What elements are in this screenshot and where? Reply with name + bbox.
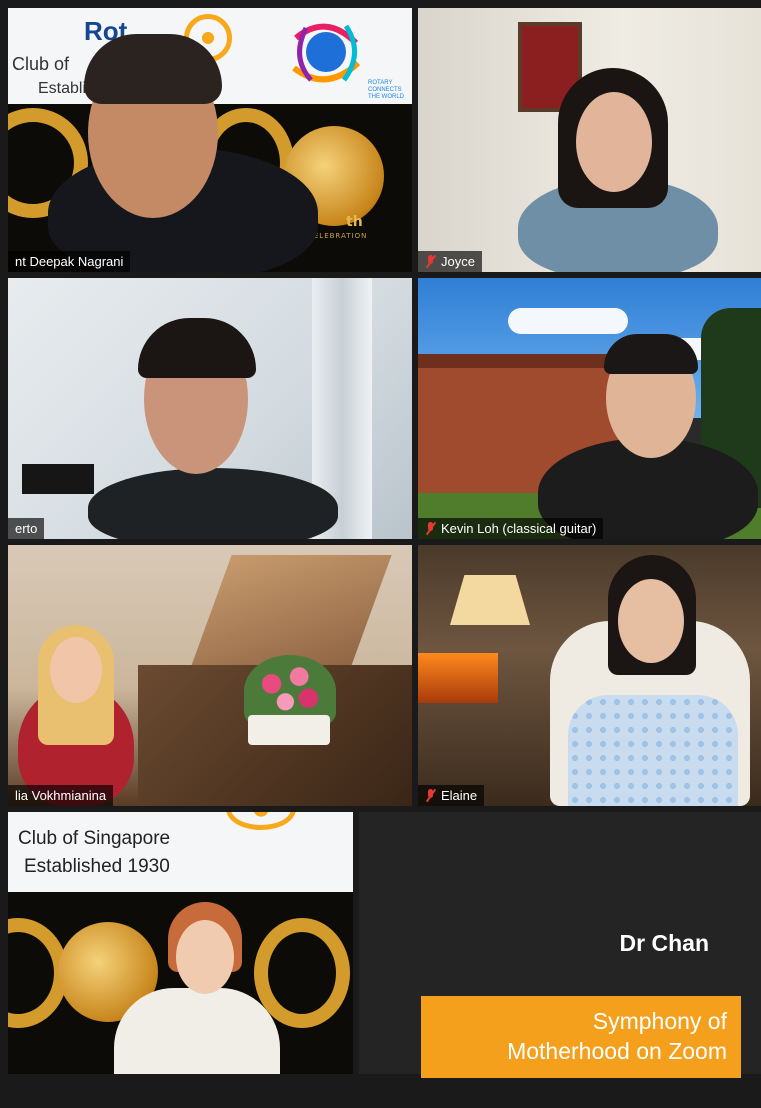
rotary-connects-logo-icon <box>292 23 361 83</box>
participant-name: erto <box>15 521 38 536</box>
participant-name: lia Vokhmianina <box>15 788 107 803</box>
participant-hair <box>604 334 698 374</box>
ordinal-suffix: th <box>346 214 363 230</box>
participant-hair <box>84 34 222 104</box>
video-tile-elaine[interactable]: Elaine <box>418 545 761 806</box>
cloud <box>508 308 628 334</box>
participant-face <box>618 579 684 663</box>
video-tile-joyce[interactable]: Joyce <box>418 8 761 272</box>
microphone-muted-icon <box>425 789 436 802</box>
participant-face <box>576 92 652 192</box>
established-text: Established 1930 <box>24 856 170 877</box>
caption-line-1: Symphony of <box>592 1008 727 1034</box>
club-text: Club of Singapore <box>18 828 171 849</box>
video-tile-deepak-nagrani[interactable]: Rot Club of Establi ROTARY CONNECTS THE … <box>8 8 412 272</box>
video-tile-rotary-host[interactable]: Club of Singapore Established 1930 <box>8 812 353 1074</box>
video-tile-lia-vokhmianina[interactable]: lia Vokhmianina <box>8 545 412 806</box>
rotary-tagline: ROTARY CONNECTS THE WORLD <box>368 80 404 100</box>
basket <box>248 715 330 745</box>
established-text: Establi <box>38 80 87 97</box>
video-tile-kevin-loh[interactable]: Kevin Loh (classical guitar) <box>418 278 761 539</box>
participant-face <box>176 920 234 994</box>
participant-name: Kevin Loh (classical guitar) <box>441 521 597 536</box>
club-text: Club of <box>12 54 70 74</box>
participant-face <box>50 637 102 703</box>
participant-name: Elaine <box>441 788 478 803</box>
participant-name-label: nt Deepak Nagrani <box>8 251 131 272</box>
zoom-gallery-view: Rot Club of Establi ROTARY CONNECTS THE … <box>0 0 761 1108</box>
gold-zero-digit <box>254 918 350 1028</box>
participant-name: Dr Chan <box>619 930 709 956</box>
microphone-muted-icon <box>425 522 436 535</box>
participant-name-label: Elaine <box>418 785 485 806</box>
event-caption: Symphony of Motherhood on Zoom <box>421 996 741 1078</box>
music-stand <box>22 464 94 494</box>
participant-name-label: Joyce <box>418 251 482 272</box>
participant-name-label: erto <box>8 518 45 539</box>
participant-name-label: Kevin Loh (classical guitar) <box>418 518 604 539</box>
microphone-muted-icon <box>425 255 436 268</box>
participant-name: Joyce <box>441 254 475 269</box>
caption-line-2: Motherhood on Zoom <box>507 1038 727 1064</box>
participant-body <box>114 988 280 1074</box>
participant-body <box>88 468 338 539</box>
rotary-banner-header <box>8 812 353 892</box>
fireplace <box>418 653 498 703</box>
participant-body <box>568 695 738 806</box>
participant-name: nt Deepak Nagrani <box>15 254 124 269</box>
participant-name-label: lia Vokhmianina <box>8 785 114 806</box>
video-tile-roberto[interactable]: erto <box>8 278 412 539</box>
